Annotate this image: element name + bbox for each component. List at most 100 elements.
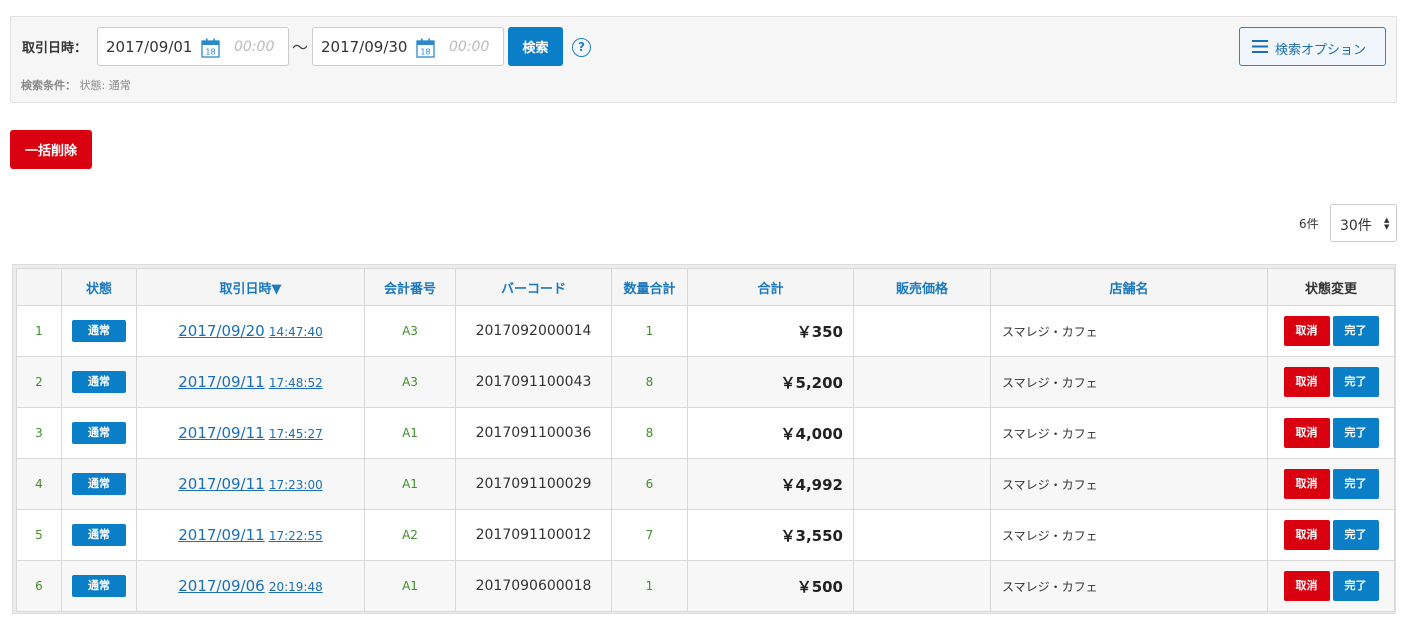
transaction-date-link[interactable]: 2017/09/20 — [178, 322, 264, 340]
col-header-store[interactable]: 店舗名 — [990, 268, 1268, 306]
help-icon[interactable]: ? — [572, 38, 591, 57]
store-cell: スマレジ・カフェ — [990, 356, 1268, 408]
row-index: 2 — [16, 356, 62, 408]
search-options-label: 検索オプション — [1275, 43, 1367, 58]
total-cell: ￥3,550 — [687, 509, 854, 561]
sale-price-cell — [853, 305, 991, 357]
cancel-button[interactable]: 取消 — [1283, 418, 1330, 448]
cancel-button[interactable]: 取消 — [1283, 316, 1330, 346]
datetime-cell: 2017/09/11 17:48:52 — [136, 356, 365, 408]
to-date-value[interactable]: 2017/09/30 — [321, 38, 407, 56]
datetime-cell: 2017/09/11 17:45:27 — [136, 407, 365, 459]
bulk-delete-button[interactable]: 一括削除 — [10, 130, 92, 169]
to-date-field[interactable]: 2017/09/30 18 00:00 — [312, 27, 504, 66]
sale-price-cell — [853, 407, 991, 459]
col-header-datetime[interactable]: 取引日時▼ — [136, 268, 365, 306]
quantity-cell: 1 — [611, 560, 688, 612]
per-page-select[interactable]: 30件 ▲ ▼ — [1330, 204, 1397, 242]
transaction-time-link[interactable]: 17:45:27 — [269, 427, 323, 441]
transaction-date-link[interactable]: 2017/09/11 — [178, 424, 264, 442]
account-no-cell: A1 — [364, 458, 456, 510]
search-condition-label: 検索条件： — [21, 79, 76, 92]
account-no-cell: A1 — [364, 407, 456, 459]
col-header-account-no[interactable]: 会計番号 — [364, 268, 456, 306]
from-date-field[interactable]: 2017/09/01 18 00:00 — [97, 27, 289, 66]
status-change-cell: 取消 完了 — [1267, 560, 1395, 612]
status-change-cell: 取消 完了 — [1267, 458, 1395, 510]
transaction-date-link[interactable]: 2017/09/11 — [178, 475, 264, 493]
col-header-total[interactable]: 合計 — [687, 268, 854, 306]
account-no-cell: A3 — [364, 356, 456, 408]
transaction-time-link[interactable]: 17:23:00 — [269, 478, 323, 492]
sale-price-cell — [853, 560, 991, 612]
search-options-button[interactable]: 検索オプション — [1239, 27, 1386, 66]
table-row: 5 通常 2017/09/11 17:22:55 A2 201709110001… — [16, 509, 1395, 561]
transaction-date-link[interactable]: 2017/09/11 — [178, 373, 264, 391]
calendar-day-text: 18 — [420, 48, 430, 57]
status-badge: 通常 — [72, 524, 126, 546]
col-header-index — [16, 268, 62, 306]
table-row: 3 通常 2017/09/11 17:45:27 A1 201709110003… — [16, 407, 1395, 459]
row-index: 1 — [16, 305, 62, 357]
status-cell: 通常 — [61, 509, 137, 561]
cancel-button[interactable]: 取消 — [1283, 571, 1330, 601]
complete-button[interactable]: 完了 — [1332, 520, 1379, 550]
transaction-time-link[interactable]: 20:19:48 — [269, 580, 323, 594]
search-condition: 検索条件： 状態: 通常 — [21, 77, 131, 93]
sale-price-cell — [853, 509, 991, 561]
from-time-field[interactable]: 00:00 — [234, 39, 274, 55]
row-index: 3 — [16, 407, 62, 459]
cancel-button[interactable]: 取消 — [1283, 520, 1330, 550]
complete-button[interactable]: 完了 — [1332, 469, 1379, 499]
complete-button[interactable]: 完了 — [1332, 316, 1379, 346]
store-cell: スマレジ・カフェ — [990, 560, 1268, 612]
range-separator: 〜 — [292, 38, 309, 57]
barcode-cell: 2017092000014 — [455, 305, 612, 357]
row-index: 4 — [16, 458, 62, 510]
transaction-time-link[interactable]: 17:48:52 — [269, 376, 323, 390]
calendar-icon[interactable]: 18 — [201, 38, 220, 58]
select-arrows-icon[interactable]: ▲ ▼ — [1384, 217, 1389, 231]
table-row: 4 通常 2017/09/11 17:23:00 A1 201709110002… — [16, 458, 1395, 510]
row-index: 6 — [16, 560, 62, 612]
status-badge: 通常 — [72, 575, 126, 597]
col-header-status[interactable]: 状態 — [61, 268, 137, 306]
search-button[interactable]: 検索 — [508, 27, 563, 66]
transaction-date-link[interactable]: 2017/09/11 — [178, 526, 264, 544]
transaction-date-link[interactable]: 2017/09/06 — [178, 577, 264, 595]
cancel-button[interactable]: 取消 — [1283, 367, 1330, 397]
datetime-cell: 2017/09/11 17:22:55 — [136, 509, 365, 561]
row-index: 5 — [16, 509, 62, 561]
cancel-button[interactable]: 取消 — [1283, 469, 1330, 499]
search-panel: 取引日時： 2017/09/01 18 00:00 〜 2017/09/30 1… — [10, 16, 1397, 103]
complete-button[interactable]: 完了 — [1332, 571, 1379, 601]
sale-price-cell — [853, 356, 991, 408]
transaction-time-link[interactable]: 17:22:55 — [269, 529, 323, 543]
transactions-table: 状態 取引日時▼ 会計番号 バーコード 数量合計 合計 販売価格 店舗名 状態変… — [16, 268, 1395, 612]
account-no-cell: A3 — [364, 305, 456, 357]
total-cell: ￥350 — [687, 305, 854, 357]
quantity-cell: 6 — [611, 458, 688, 510]
col-header-quantity[interactable]: 数量合計 — [611, 268, 688, 306]
complete-button[interactable]: 完了 — [1332, 418, 1379, 448]
table-header-row: 状態 取引日時▼ 会計番号 バーコード 数量合計 合計 販売価格 店舗名 状態変… — [16, 268, 1395, 306]
complete-button[interactable]: 完了 — [1332, 367, 1379, 397]
to-time-field[interactable]: 00:00 — [449, 39, 489, 55]
calendar-day-text: 18 — [205, 48, 215, 57]
barcode-cell: 2017091100036 — [455, 407, 612, 459]
status-change-cell: 取消 完了 — [1267, 356, 1395, 408]
col-header-sale-price[interactable]: 販売価格 — [853, 268, 991, 306]
from-date-value[interactable]: 2017/09/01 — [106, 38, 192, 56]
calendar-icon[interactable]: 18 — [416, 38, 435, 58]
search-condition-value: 状態: 通常 — [79, 79, 131, 92]
transaction-time-link[interactable]: 14:47:40 — [269, 325, 323, 339]
per-page-value[interactable]: 30件 — [1340, 215, 1372, 235]
col-header-barcode[interactable]: バーコード — [455, 268, 612, 306]
store-cell: スマレジ・カフェ — [990, 509, 1268, 561]
table-row: 6 通常 2017/09/06 20:19:48 A1 201709060001… — [16, 560, 1395, 612]
account-no-cell: A1 — [364, 560, 456, 612]
barcode-cell: 2017090600018 — [455, 560, 612, 612]
store-cell: スマレジ・カフェ — [990, 458, 1268, 510]
account-no-cell: A2 — [364, 509, 456, 561]
result-count: 6件 — [1299, 217, 1319, 231]
